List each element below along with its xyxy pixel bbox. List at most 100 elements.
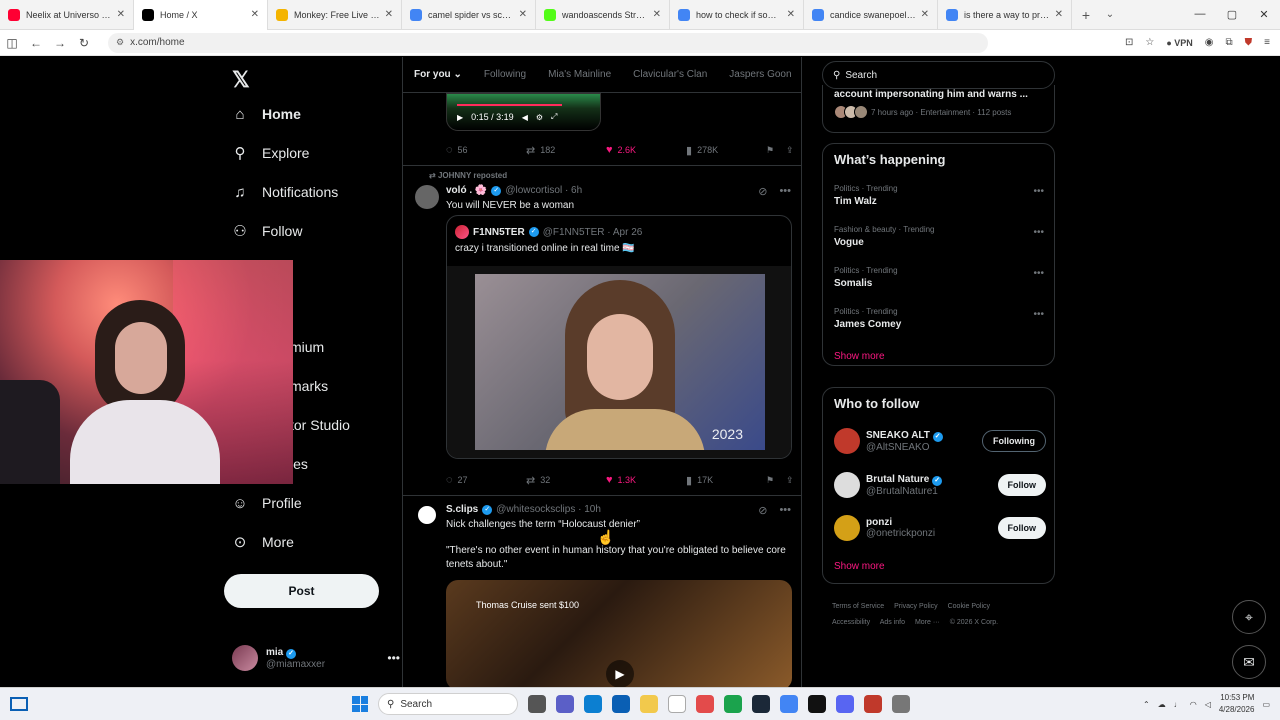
footer-link[interactable]: Accessibility (832, 619, 870, 626)
tab-for-you[interactable]: For you ⌄ (403, 69, 473, 80)
avatar[interactable] (415, 185, 439, 209)
close-window-icon[interactable]: ✕ (1248, 8, 1280, 21)
close-icon[interactable]: ✕ (921, 9, 929, 20)
follow-suggestion[interactable]: ponzi @onetrickponzi Follow (834, 513, 1046, 543)
post-button[interactable]: Post (224, 574, 379, 608)
more-dots-icon[interactable]: ••• (1033, 186, 1044, 197)
edge-icon[interactable] (584, 695, 602, 713)
play-icon[interactable]: ▶ (606, 660, 634, 687)
steam-icon[interactable] (752, 695, 770, 713)
footer-link[interactable]: Cookie Policy (948, 603, 990, 610)
browser-tab[interactable]: wandoascends Stream - Watch✕ (536, 0, 670, 30)
nav-more[interactable]: ⊙ More (230, 527, 294, 557)
bookmark-icon[interactable]: ⚑ (766, 145, 786, 156)
reply-button[interactable]: ◌ 56 (446, 144, 526, 156)
like-button[interactable]: ♥ 1.3K (606, 474, 686, 486)
settings-icon[interactable]: ⚙ (536, 113, 543, 122)
close-icon[interactable]: ✕ (653, 9, 661, 20)
url-field[interactable]: ⚙ x.com/home (108, 32, 988, 53)
grok-fab-icon[interactable]: ⌖ (1232, 600, 1266, 634)
trend-item[interactable]: Politics · Trending Somalis ••• (834, 266, 1044, 289)
wifi-icon[interactable]: ◠ (1190, 700, 1197, 709)
share-icon[interactable]: ⇪ (786, 475, 794, 486)
x-logo-icon[interactable]: 𝕏 (232, 67, 250, 93)
settings-icon[interactable] (892, 695, 910, 713)
nav-notifications[interactable]: ♫ Notifications (230, 177, 338, 207)
reload-icon[interactable]: ↻ (72, 36, 96, 50)
more-dots-icon[interactable]: ••• (1033, 309, 1044, 320)
chevron-up-icon[interactable]: ⌃ (1143, 700, 1150, 709)
taskbar-search[interactable]: ⚲ Search (378, 693, 518, 715)
chrome-icon[interactable] (780, 695, 798, 713)
fullscreen-icon[interactable]: ⤢ (551, 112, 557, 122)
more-dots-icon[interactable]: ••• (779, 185, 791, 198)
nav-creator-studio[interactable]: tor Studio (290, 410, 350, 440)
more-dots-icon[interactable]: ••• (1033, 227, 1044, 238)
footer-link[interactable]: Ads info (880, 619, 905, 626)
brave-icon[interactable] (696, 695, 714, 713)
close-icon[interactable]: ✕ (117, 9, 125, 20)
extensions-icon[interactable]: ⧉ (1226, 37, 1233, 48)
menu-icon[interactable]: ≡ (1264, 37, 1270, 48)
messages-fab-icon[interactable]: ✉ (1232, 645, 1266, 679)
volume-icon[interactable]: ◁ (1205, 700, 1211, 709)
grok-icon[interactable]: ⊘ (758, 185, 767, 198)
following-button[interactable]: Following (982, 430, 1046, 452)
mic-icon[interactable]: ♩ (1174, 700, 1182, 709)
browser-tab[interactable]: Neelix at Universo Paralello✕ (0, 0, 134, 30)
repost-button[interactable]: ⇄ 32 (526, 474, 606, 487)
show-more-link[interactable]: Show more (834, 351, 885, 362)
follow-button[interactable]: Follow (997, 474, 1046, 496)
footer-link[interactable]: Terms of Service (832, 603, 884, 610)
avatar[interactable] (415, 503, 439, 527)
clock[interactable]: 10:53 PM 4/28/2026 (1219, 692, 1255, 716)
screenshot-icon[interactable]: ⊡ (1125, 37, 1133, 48)
close-icon[interactable]: ✕ (787, 9, 795, 20)
close-icon[interactable]: ✕ (1055, 9, 1063, 20)
teams-icon[interactable] (556, 695, 574, 713)
start-icon[interactable] (352, 696, 368, 712)
more-dots-icon[interactable]: ••• (779, 504, 791, 517)
bookmark-icon[interactable]: ⚑ (766, 475, 786, 486)
trend-card[interactable]: account impersonating him and warns ... … (822, 85, 1055, 133)
nav-explore[interactable]: ⚲ Explore (230, 138, 310, 168)
obs-icon[interactable] (808, 695, 826, 713)
trend-item[interactable]: Politics · Trending Tim Walz ••• (834, 184, 1044, 207)
account-icon[interactable]: ◉ (1205, 37, 1214, 48)
grok-icon[interactable]: ⊘ (758, 504, 767, 517)
adblock-icon[interactable]: ⛊ (1245, 37, 1253, 48)
close-icon[interactable]: ✕ (385, 9, 393, 20)
footer-link[interactable]: Privacy Policy (894, 603, 938, 610)
vpn-button[interactable]: ● VPN (1166, 38, 1192, 48)
quote-tweet[interactable]: F1NN5TER ✓ @F1NN5TER · Apr 26 crazy i tr… (446, 215, 792, 459)
nav-bookmarks[interactable]: marks (290, 371, 328, 401)
repost-button[interactable]: ⇄ 182 (526, 144, 606, 157)
explorer-icon[interactable] (640, 695, 658, 713)
discord-icon[interactable] (836, 695, 854, 713)
tweet-video[interactable]: ▶ 0:15 / 3:19 ◀ ⚙ ⤢ (446, 93, 791, 133)
nav-home[interactable]: ⌂ Home (230, 99, 300, 129)
widgets-icon[interactable] (10, 697, 28, 711)
nav-profile[interactable]: ☺ Profile (230, 488, 301, 518)
store-icon[interactable] (612, 695, 630, 713)
cloud-icon[interactable]: ☁ (1158, 700, 1166, 709)
browser-tab[interactable]: camel spider vs scorpion - Go✕ (402, 0, 536, 30)
quote-media[interactable]: 2023 (447, 266, 791, 458)
tab-following[interactable]: Following (473, 69, 537, 80)
forward-icon[interactable]: → (48, 36, 72, 50)
app-icon[interactable] (864, 695, 882, 713)
browser-tab[interactable]: is there a way to private a lik✕ (938, 0, 1072, 30)
app-icon[interactable] (668, 695, 686, 713)
task-view-icon[interactable] (528, 695, 546, 713)
play-icon[interactable]: ▶ (457, 113, 463, 122)
close-icon[interactable]: ✕ (519, 9, 527, 20)
back-icon[interactable]: ← (24, 36, 48, 50)
notifications-icon[interactable]: ▭ (1262, 700, 1270, 709)
share-icon[interactable]: ⇪ (786, 145, 794, 156)
tab-list-icon[interactable]: ⌄ (1100, 9, 1120, 20)
site-info-icon[interactable]: ⚙ (116, 37, 124, 48)
show-more-link[interactable]: Show more (834, 561, 885, 572)
browser-tab[interactable]: how to check if someone fol✕ (670, 0, 804, 30)
browser-tab[interactable]: Home / X ✕ (134, 0, 268, 30)
reply-button[interactable]: ◌ 27 (446, 474, 526, 486)
